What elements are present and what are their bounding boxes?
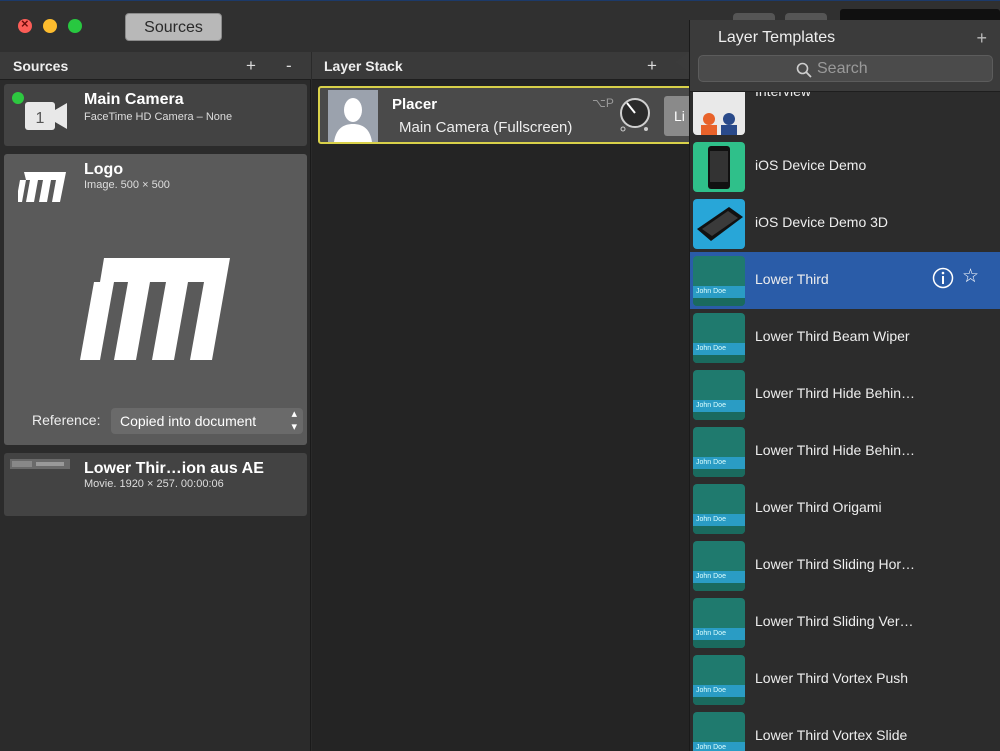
lower-third-thumbnail: John Doe [693,370,745,420]
close-window-button[interactable] [18,16,32,33]
layer-stack-header-title: Layer Stack [324,58,403,74]
info-icon[interactable] [932,267,954,289]
iphone-thumbnail [693,142,745,192]
add-template-button[interactable]: + [976,28,987,49]
template-label: Lower Third Origami [755,499,882,515]
source-title: Lower Thir…ion aus AE [84,460,264,477]
person-placeholder-icon [328,90,378,142]
logo-preview-image [80,258,230,360]
template-item-lower-third-vortex-push[interactable]: John Doe Lower Third Vortex Push [690,651,1000,708]
source-item-lower-third-movie[interactable]: Lower Thir…ion aus AE Movie. 1920 × 257.… [4,453,307,516]
lower-third-thumbnail: John Doe [693,598,745,648]
remove-source-button[interactable]: - [286,52,292,80]
sources-panel: 1 Main Camera FaceTime HD Camera – None … [0,80,311,751]
interview-thumbnail [693,85,745,135]
source-subtitle: Movie. 1920 × 257. 00:00:06 [84,478,224,490]
add-source-button[interactable]: + [246,52,256,80]
template-label: Lower Third Vortex Slide [755,727,908,743]
source-title: Main Camera [84,91,184,108]
layer-subtitle: Main Camera (Fullscreen) [399,119,573,136]
template-item-lower-third-sliding-horizontal[interactable]: John Doe Lower Third Sliding Hor… [690,537,1000,594]
layer-stack-panel: Placer Main Camera (Fullscreen) ⌥P Li [312,80,704,751]
template-item-lower-third-origami[interactable]: John Doe Lower Third Origami [690,480,1000,537]
lower-third-thumbnail: John Doe [693,313,745,363]
minimize-window-button[interactable] [43,19,57,33]
select-arrows-icon: ▴ ▾ [291,408,297,433]
popover-title: Layer Templates [718,29,836,46]
camera-icon: 1 [25,102,67,130]
sources-toggle-button[interactable]: Sources [125,13,222,41]
add-layer-button[interactable]: + [647,52,657,80]
template-item-ios-device-demo[interactable]: iOS Device Demo [690,138,1000,195]
layer-item-placer[interactable]: Placer Main Camera (Fullscreen) ⌥P Li [318,86,704,144]
reference-label: Reference: [32,412,101,428]
template-item-lower-third-beam-wiper[interactable]: John Doe Lower Third Beam Wiper [690,309,1000,366]
source-item-logo[interactable]: Logo Image. 500 × 500 Reference: Copied … [4,154,307,445]
layer-templates-popover: Interview iOS Device Demo iOS Device Dem… [689,20,1000,751]
reference-select-value: Copied into document [120,413,257,429]
opacity-knob[interactable] [618,98,652,132]
layer-shortcut: ⌥P [592,96,614,110]
camera-active-indicator [12,92,24,104]
sources-header: Sources + - [0,52,311,80]
template-item-lower-third-vortex-slide[interactable]: John Doe Lower Third Vortex Slide [690,708,1000,751]
lower-third-thumbnail: John Doe [693,655,745,705]
movie-thumbnail [10,459,70,469]
template-label: Lower Third Sliding Hor… [755,556,916,572]
template-item-lower-third-hide-behind-1[interactable]: John Doe Lower Third Hide Behin… [690,366,1000,423]
zoom-window-button[interactable] [68,19,82,33]
template-item-ios-device-demo-3d[interactable]: iOS Device Demo 3D [690,195,1000,252]
template-label: Lower Third [755,271,829,287]
source-subtitle: Image. 500 × 500 [84,179,170,191]
template-label: Lower Third Beam Wiper [755,328,910,344]
template-label: Lower Third Sliding Ver… [755,613,914,629]
template-label: Lower Third Vortex Push [755,670,909,686]
lower-third-thumbnail: John Doe [693,256,745,306]
layer-title: Placer [392,96,438,113]
source-item-main-camera[interactable]: 1 Main Camera FaceTime HD Camera – None [4,84,307,146]
lower-third-thumbnail: John Doe [693,427,745,477]
popover-arrow [675,52,689,72]
iphone-3d-thumbnail [693,199,745,249]
template-label: iOS Device Demo 3D [755,214,889,230]
template-search[interactable] [698,55,993,82]
source-subtitle: FaceTime HD Camera – None [84,111,233,123]
search-icon [796,62,812,78]
logo-small-icon [18,172,66,202]
source-title: Logo [84,161,124,178]
template-label: Lower Third Hide Behin… [755,442,916,458]
lower-third-thumbnail: John Doe [693,541,745,591]
template-label: iOS Device Demo [755,157,867,173]
template-label: Lower Third Hide Behin… [755,385,916,401]
popover-header: Layer Templates + [690,20,1000,92]
svg-text:1: 1 [36,110,45,127]
sources-header-title: Sources [13,58,69,74]
star-icon[interactable]: ☆ [962,266,979,288]
lower-third-thumbnail: John Doe [693,712,745,751]
layer-stack-header: Layer Stack + [312,52,692,80]
template-item-lower-third[interactable]: John Doe Lower Third ☆ [690,252,1000,309]
reference-select[interactable]: Copied into document ▴ ▾ [111,408,303,434]
lower-third-thumbnail: John Doe [693,484,745,534]
search-input[interactable] [817,58,967,80]
template-item-lower-third-sliding-vertical[interactable]: John Doe Lower Third Sliding Ver… [690,594,1000,651]
template-item-lower-third-hide-behind-2[interactable]: John Doe Lower Third Hide Behin… [690,423,1000,480]
